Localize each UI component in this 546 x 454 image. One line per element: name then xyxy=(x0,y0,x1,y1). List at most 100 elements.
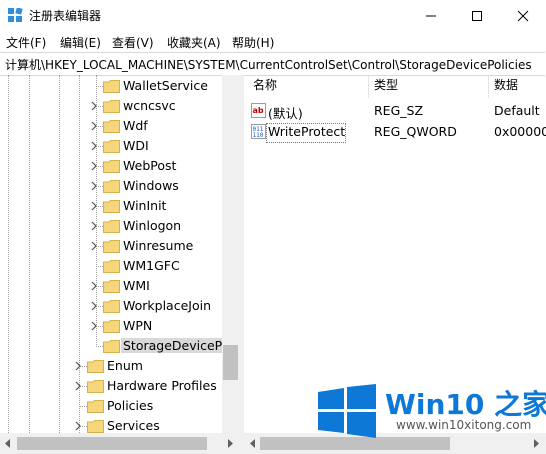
folder-icon xyxy=(103,320,120,333)
tree-item-label: WebPost xyxy=(123,158,177,173)
tree-item-label: WorkplaceJoin xyxy=(123,298,212,313)
minimize-button[interactable] xyxy=(408,0,454,31)
expand-chevron-icon[interactable] xyxy=(89,101,99,111)
folder-icon xyxy=(103,180,120,193)
tree-item[interactable]: WMI xyxy=(0,276,222,296)
menu-view[interactable]: 查看(V) xyxy=(112,34,154,51)
column-header-data[interactable]: 数据 xyxy=(494,76,518,98)
svg-text:110: 110 xyxy=(253,132,264,139)
tree-item[interactable]: Wdf xyxy=(0,116,222,136)
expand-chevron-icon[interactable] xyxy=(73,421,83,431)
scroll-left-icon xyxy=(5,439,10,448)
tree-vertical-scroll-thumb[interactable] xyxy=(223,345,238,380)
string-value-icon: ab xyxy=(251,103,266,118)
column-header-type[interactable]: 类型 xyxy=(374,76,398,98)
tree-item-label: WPN xyxy=(123,318,153,333)
folder-icon xyxy=(103,120,120,133)
values-horizontal-scroll-thumb[interactable] xyxy=(260,437,450,450)
folder-icon xyxy=(87,360,104,373)
tree-connector xyxy=(96,346,103,347)
tree-item[interactable]: Hardware Profiles xyxy=(0,376,222,396)
folder-icon xyxy=(103,260,120,273)
binary-value-icon: 011 110 xyxy=(251,124,266,139)
column-divider[interactable] xyxy=(488,76,489,98)
tree-item-label: Windows xyxy=(123,178,179,193)
folder-icon xyxy=(103,240,120,253)
window-title: 注册表编辑器 xyxy=(29,9,102,23)
tree-item-label: WDI xyxy=(123,138,149,153)
watermark-url: www.win10xitong.com xyxy=(396,418,532,432)
expand-chevron-icon[interactable] xyxy=(89,181,99,191)
expand-chevron-icon[interactable] xyxy=(89,241,99,251)
folder-icon xyxy=(103,200,120,213)
menu-file[interactable]: 文件(F) xyxy=(6,34,46,51)
open-folder-icon xyxy=(103,340,120,353)
tree-item[interactable]: WDI xyxy=(0,136,222,156)
tree-item[interactable]: WPN xyxy=(0,316,222,336)
maximize-button[interactable] xyxy=(454,0,500,31)
tree-item-label: Enum xyxy=(107,358,143,373)
folder-icon xyxy=(87,400,104,413)
tree-item[interactable]: Winlogon xyxy=(0,216,222,236)
scroll-right-icon xyxy=(228,439,233,448)
svg-text:ab: ab xyxy=(253,106,264,115)
tree-horizontal-scroll-thumb[interactable] xyxy=(17,437,207,450)
tree-item-label: WalletService xyxy=(123,78,208,93)
minimize-icon xyxy=(426,15,436,16)
maximize-icon xyxy=(472,10,482,21)
key-tree-pane[interactable]: WalletService wcncsvc Wdf WDI WebPost Windows… xyxy=(0,75,238,433)
menu-edit[interactable]: 编辑(E) xyxy=(60,34,101,51)
expand-chevron-icon[interactable] xyxy=(89,161,99,171)
windows-logo-icon xyxy=(316,384,378,438)
close-button[interactable] xyxy=(500,0,546,31)
column-divider[interactable] xyxy=(368,76,369,98)
expand-chevron-icon[interactable] xyxy=(73,361,83,371)
tree-connector xyxy=(96,86,103,87)
tree-item-label: Winlogon xyxy=(123,218,182,233)
tree-item[interactable]: WalletService xyxy=(0,76,222,96)
value-data: 0x000000 xyxy=(494,124,546,139)
expand-chevron-icon[interactable] xyxy=(89,301,99,311)
expand-chevron-icon[interactable] xyxy=(89,141,99,151)
tree-item[interactable]: Windows xyxy=(0,176,222,196)
expand-chevron-icon[interactable] xyxy=(89,221,99,231)
tree-item-label: WinInit xyxy=(123,198,167,213)
regedit-app-icon xyxy=(8,7,23,23)
expand-chevron-icon[interactable] xyxy=(89,121,99,131)
scroll-left-icon xyxy=(250,439,255,448)
tree-item[interactable]: WinInit xyxy=(0,196,222,216)
tree-item[interactable]: WM1GFC xyxy=(0,256,222,276)
tree-connector xyxy=(96,266,103,267)
tree-item-label: wcncsvc xyxy=(123,98,176,113)
tree-item-label: Wdf xyxy=(123,118,148,133)
value-type: REG_SZ xyxy=(374,103,424,118)
expand-chevron-icon[interactable] xyxy=(89,201,99,211)
menu-favorites[interactable]: 收藏夹(A) xyxy=(167,34,221,51)
tree-item[interactable]: Services xyxy=(0,416,222,433)
folder-icon xyxy=(103,280,120,293)
folder-icon xyxy=(87,420,104,433)
folder-icon xyxy=(103,160,120,173)
tree-item[interactable]: WorkplaceJoin xyxy=(0,296,222,316)
menu-help[interactable]: 帮助(H) xyxy=(232,34,274,51)
folder-icon xyxy=(103,80,120,93)
value-name: WriteProtect xyxy=(268,124,346,139)
expand-chevron-icon[interactable] xyxy=(89,321,99,331)
tree-item-label: Hardware Profiles xyxy=(107,378,217,393)
tree-item[interactable]: WebPost xyxy=(0,156,222,176)
tree-item-label: WM1GFC xyxy=(123,258,180,273)
tree-item[interactable]: Enum xyxy=(0,356,222,376)
folder-icon xyxy=(103,100,120,113)
expand-chevron-icon[interactable] xyxy=(89,281,99,291)
tree-item-label: Policies xyxy=(107,398,154,413)
expand-chevron-icon[interactable] xyxy=(73,381,83,391)
tree-item-label: StorageDevicePo xyxy=(121,338,232,353)
folder-icon xyxy=(103,140,120,153)
tree-item[interactable]: wcncsvc xyxy=(0,96,222,116)
tree-item[interactable]: Winresume xyxy=(0,236,222,256)
column-header-name[interactable]: 名称 xyxy=(253,76,277,98)
address-path[interactable]: 计算机\HKEY_LOCAL_MACHINE\SYSTEM\CurrentCon… xyxy=(5,56,532,73)
folder-icon xyxy=(103,300,120,313)
tree-item-selected[interactable]: StorageDevicePo xyxy=(0,336,232,356)
tree-item[interactable]: Policies xyxy=(0,396,222,416)
